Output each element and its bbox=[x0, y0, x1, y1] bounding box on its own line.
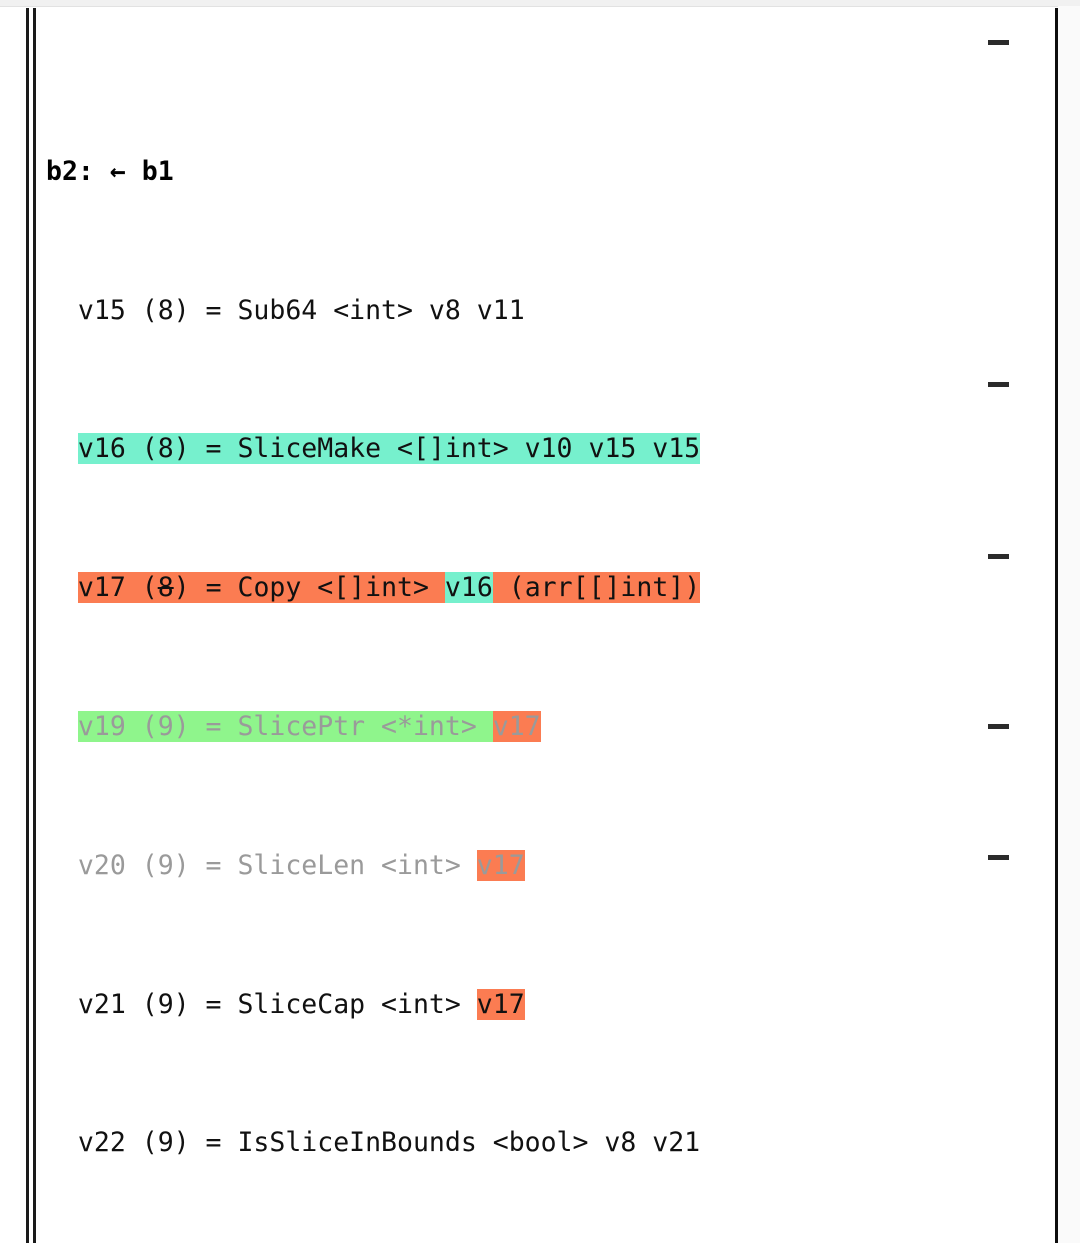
ssa-line-v21-text: v21 (9) = SliceCap <int> bbox=[77, 988, 477, 1020]
ssa-line-v19[interactable]: v19 (9) = SlicePtr <*int> v17 bbox=[46, 710, 986, 745]
ssa-dump-page: b2: ← b1 v15 (8) = Sub64 <int> v8 v11 v1… bbox=[0, 0, 1080, 1243]
ssa-line-v22[interactable]: v22 (9) = IsSliceInBounds <bool> v8 v21 bbox=[46, 1126, 986, 1161]
ssa-line-v16-text: v16 (8) = SliceMake <[]int> v10 v15 v15 bbox=[77, 433, 701, 465]
ssa-ref-v17-c[interactable]: v17 bbox=[476, 988, 525, 1020]
ssa-line-v17-mid: ) = Copy <[]int> bbox=[173, 572, 445, 604]
ssa-line-v17-strike-id: 8 bbox=[157, 572, 174, 604]
ssa-line-v21[interactable]: v21 (9) = SliceCap <int> v17 bbox=[46, 988, 986, 1023]
ssa-line-v19-text: v19 (9) = SlicePtr <*int> bbox=[77, 711, 493, 742]
collapse-marker-b2[interactable] bbox=[988, 40, 1009, 45]
left-inner-rule bbox=[33, 8, 36, 1243]
block-header-b2[interactable]: b2: ← b1 bbox=[46, 155, 986, 190]
ssa-ref-v17-a[interactable]: v17 bbox=[492, 711, 541, 742]
ssa-line-v22-text: v22 (9) = IsSliceInBounds <bool> v8 v21 bbox=[77, 1127, 701, 1159]
ssa-line-v17-annot: (arr[[]int]) bbox=[508, 572, 701, 604]
ssa-line-v17-prefix: v17 ( bbox=[77, 572, 158, 604]
right-gutter-background bbox=[1058, 6, 1080, 1243]
ssa-line-v17[interactable]: v17 (8) = Copy <[]int> v16 (arr[[]int]) bbox=[46, 571, 986, 606]
ssa-line-v17-gap bbox=[492, 572, 509, 604]
right-rule bbox=[1055, 8, 1058, 1243]
collapse-marker-b6[interactable] bbox=[988, 855, 1009, 860]
ssa-line-v20[interactable]: v20 (9) = SliceLen <int> v17 bbox=[46, 849, 986, 884]
window-top-strip bbox=[0, 0, 1080, 7]
pred-b1[interactable]: b1 bbox=[142, 156, 174, 187]
ssa-ref-v16[interactable]: v16 bbox=[444, 572, 493, 604]
ssa-line-v15[interactable]: v15 (8) = Sub64 <int> v8 v11 bbox=[46, 294, 986, 329]
pred-arrow-icon: ← bbox=[93, 155, 142, 187]
ssa-line-v20-text: v20 (9) = SliceLen <int> bbox=[77, 849, 477, 881]
ssa-code-pane: b2: ← b1 v15 (8) = Sub64 <int> v8 v11 v1… bbox=[46, 16, 986, 1243]
ssa-line-v16[interactable]: v16 (8) = SliceMake <[]int> v10 v15 v15 bbox=[46, 432, 986, 467]
ssa-ref-v17-b[interactable]: v17 bbox=[476, 849, 525, 881]
collapse-marker-b4[interactable] bbox=[988, 554, 1009, 559]
collapse-marker-b3[interactable] bbox=[988, 382, 1009, 387]
left-outer-rule bbox=[26, 8, 29, 1243]
block-id-b2: b2: bbox=[46, 155, 94, 187]
ssa-line-v15-text: v15 (8) = Sub64 <int> v8 v11 bbox=[77, 294, 525, 326]
collapse-marker-b5[interactable] bbox=[988, 724, 1009, 729]
